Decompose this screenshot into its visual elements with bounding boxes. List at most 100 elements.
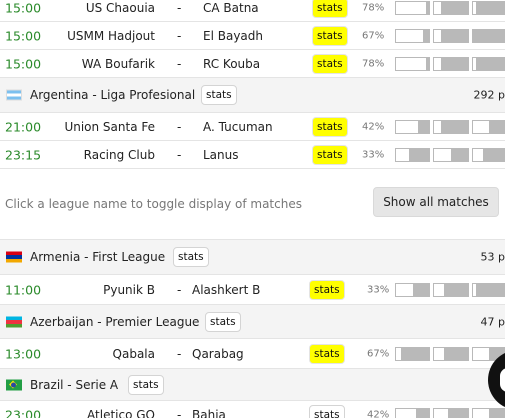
- home-team: Racing Club: [83, 147, 155, 162]
- stats-button[interactable]: stats: [312, 25, 348, 46]
- match-row[interactable]: 11:00 Pyunik B - Alashkert B stats 33%: [0, 275, 505, 305]
- vs-dash: -: [177, 119, 182, 134]
- stats-button[interactable]: stats: [312, 144, 348, 165]
- form-bar: [433, 147, 469, 162]
- league-header-armenia[interactable]: Armenia - First League stats 53 p: [0, 239, 505, 275]
- form-bars: [395, 346, 505, 361]
- argentina-flag-icon: [6, 89, 22, 101]
- stats-button[interactable]: stats: [312, 53, 348, 74]
- form-bar: [471, 56, 505, 71]
- stats-button[interactable]: stats: [309, 343, 345, 364]
- match-time: 23:00: [5, 407, 42, 418]
- stats-button[interactable]: stats: [312, 116, 348, 137]
- home-team: Qabala: [112, 346, 155, 361]
- match-row[interactable]: 15:00 WA Boufarik - RC Kouba stats 78%: [0, 50, 505, 78]
- match-row[interactable]: 15:00 USMM Hadjout - El Bayadh stats 67%: [0, 22, 505, 50]
- form-bar: [395, 147, 431, 162]
- show-all-matches-button[interactable]: Show all matches: [373, 187, 499, 217]
- form-bar-fill: [441, 57, 468, 70]
- match-row[interactable]: 21:00 Union Santa Fe - A. Tucuman stats …: [0, 113, 505, 141]
- away-team: Qarabag: [192, 346, 244, 361]
- match-time: 15:00: [5, 28, 42, 43]
- league-stats-button[interactable]: stats: [205, 311, 241, 332]
- form-bar: [433, 346, 469, 361]
- vs-dash: -: [177, 346, 182, 361]
- form-bar: [433, 0, 469, 15]
- league-stats-button[interactable]: stats: [128, 374, 164, 395]
- league-name[interactable]: Armenia - First League: [30, 250, 165, 264]
- vs-dash: -: [177, 407, 182, 418]
- form-bar: [433, 56, 469, 71]
- match-time: 13:00: [5, 346, 42, 361]
- league-stats-button[interactable]: stats: [201, 85, 237, 105]
- league-count: 47 p: [480, 315, 505, 328]
- league-name[interactable]: Argentina - Liga Profesional: [30, 88, 195, 102]
- away-team: Alashkert B: [192, 282, 261, 297]
- league-header-argentina[interactable]: Argentina - Liga Profesional stats 292 p: [0, 78, 505, 113]
- away-team: RC Kouba: [203, 56, 261, 71]
- form-bar: [433, 407, 469, 418]
- league-stats-button[interactable]: stats: [173, 247, 209, 267]
- form-bar-fill: [441, 1, 468, 14]
- stats-button[interactable]: stats: [312, 0, 348, 18]
- form-bar-fill: [489, 120, 505, 133]
- match-time: 15:00: [5, 0, 42, 15]
- vs-dash: -: [177, 282, 182, 297]
- match-percent: 78%: [362, 58, 385, 69]
- azerbaijan-flag-icon: [6, 316, 22, 327]
- league-name[interactable]: Azerbaijan - Premier League: [30, 315, 199, 329]
- league-name[interactable]: Brazil - Serie A: [30, 378, 118, 392]
- match-percent: 78%: [362, 2, 385, 13]
- form-bar-fill: [441, 29, 468, 42]
- league-count: 53 p: [480, 250, 505, 264]
- form-bar-fill: [426, 57, 430, 70]
- form-bar: [471, 0, 505, 15]
- home-team: WA Boufarik: [81, 56, 155, 71]
- form-bar: [395, 407, 431, 418]
- match-row[interactable]: 15:00 US Chaouia - CA Batna stats 78%: [0, 0, 505, 22]
- form-bar-fill: [444, 347, 468, 360]
- form-bar: [471, 119, 505, 134]
- form-bar-fill: [482, 148, 505, 161]
- league-header-brazil[interactable]: Brazil - Serie A stats 34: [0, 369, 505, 401]
- form-bars: [395, 0, 505, 15]
- form-bar: [395, 282, 431, 297]
- home-team: Pyunik B: [103, 282, 155, 297]
- match-row[interactable]: 23:00 Atletico GO - Bahia stats 42%: [0, 401, 505, 418]
- match-row[interactable]: 13:00 Qabala - Qarabag stats 67%: [0, 339, 505, 369]
- form-bar-fill: [447, 408, 468, 418]
- league-count: 292 p: [473, 88, 505, 102]
- stats-button[interactable]: stats: [309, 279, 345, 300]
- form-bar-fill: [444, 283, 468, 296]
- form-bar-fill: [412, 283, 430, 296]
- vs-dash: -: [177, 0, 182, 15]
- vs-dash: -: [177, 147, 182, 162]
- form-bar: [395, 119, 431, 134]
- league-header-azerbaijan[interactable]: Azerbaijan - Premier League stats 47 p: [0, 305, 505, 339]
- form-bars: [395, 119, 505, 134]
- form-bar-fill: [441, 120, 468, 133]
- home-team: USMM Hadjout: [67, 28, 155, 43]
- match-percent: 67%: [367, 348, 390, 359]
- match-percent: 33%: [367, 284, 390, 295]
- match-row[interactable]: 23:15 Racing Club - Lanus stats 33%: [0, 141, 505, 169]
- vs-dash: -: [177, 28, 182, 43]
- match-time: 23:15: [5, 147, 42, 162]
- vs-dash: -: [177, 56, 182, 71]
- form-bar: [471, 28, 505, 43]
- form-bars: [395, 28, 505, 43]
- away-team: CA Batna: [203, 0, 259, 15]
- home-team: Atletico GO: [87, 407, 155, 418]
- form-bar: [471, 407, 505, 418]
- form-bar: [395, 56, 431, 71]
- form-bar: [471, 282, 505, 297]
- form-bar: [395, 0, 431, 15]
- chat-icon: [500, 368, 505, 392]
- form-bar-fill: [472, 29, 505, 42]
- match-percent: 67%: [362, 30, 385, 41]
- home-team: US Chaouia: [85, 0, 155, 15]
- form-bar: [433, 282, 469, 297]
- stats-button[interactable]: stats: [309, 404, 345, 418]
- away-team: A. Tucuman: [203, 119, 273, 134]
- match-time: 21:00: [5, 119, 42, 134]
